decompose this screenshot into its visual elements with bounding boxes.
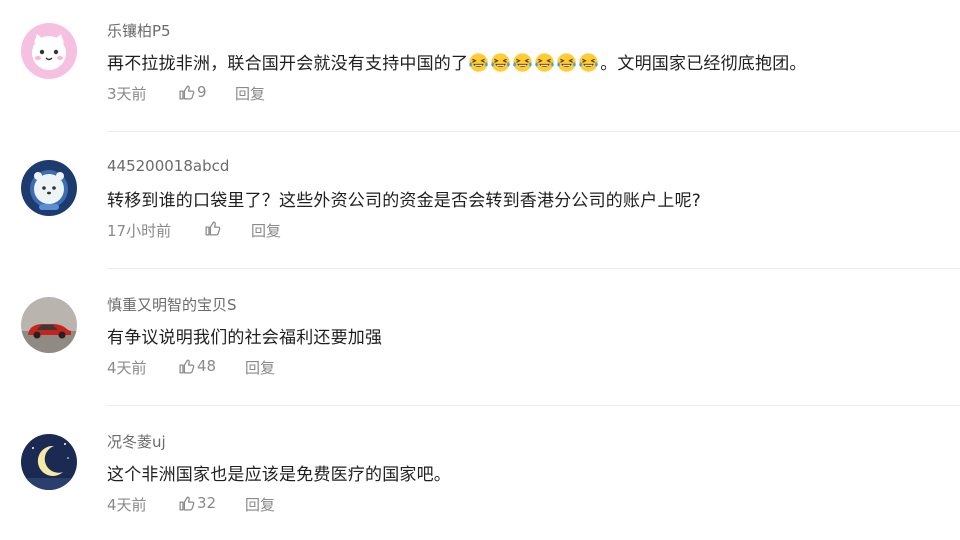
laugh-cry-emoji-icon <box>468 52 489 73</box>
avatar[interactable] <box>21 434 77 490</box>
comment-meta: 4天前 48 回复 <box>107 357 407 377</box>
username[interactable]: 445200018abcd <box>107 157 229 175</box>
comment-text: 再不拉拢非洲，联合国开会就没有支持中国的了 。文明国家已经彻底抱团。 <box>107 49 807 74</box>
laugh-cry-emoji-icon <box>578 52 599 73</box>
like-button[interactable] <box>204 220 223 237</box>
comment-text: 这个非洲国家也是应该是免费医疗的国家吧。 <box>107 465 451 485</box>
moon-night-avatar-icon <box>21 434 77 490</box>
reply-button[interactable]: 回复 <box>245 357 275 378</box>
comment-item: 慎重又明智的宝贝S 有争议说明我们的社会福利还要加强 4天前 48 回复 <box>0 274 960 411</box>
comment-meta: 17小时前 回复 <box>107 220 407 240</box>
comment-item: 乐镶柏P5 再不拉拢非洲，联合国开会就没有支持中国的了 。文明国家已经彻底抱团。 … <box>0 0 960 137</box>
avatar[interactable] <box>21 23 77 79</box>
thumbs-up-icon <box>178 358 195 375</box>
comment-text: 有争议说明我们的社会福利还要加强 <box>107 328 383 348</box>
comment-item: 445200018abcd 转移到谁的口袋里了？这些外资公司的资金是否会转到香港… <box>0 137 960 274</box>
username[interactable]: 况冬菱uj <box>107 431 166 452</box>
like-button[interactable]: 32 <box>178 494 216 512</box>
laugh-cry-emoji-icon <box>556 52 577 73</box>
reply-button[interactable]: 回复 <box>235 83 265 104</box>
thumbs-up-icon <box>178 495 195 512</box>
timestamp: 4天前 <box>107 359 147 377</box>
like-count: 9 <box>197 83 207 101</box>
cat-avatar-icon <box>21 23 77 79</box>
comment-meta: 4天前 32 回复 <box>107 494 407 514</box>
divider <box>107 405 960 406</box>
comment-text-after: 。文明国家已经彻底抱团。 <box>600 54 807 74</box>
comment-text-before: 再不拉拢非洲，联合国开会就没有支持中国的了 <box>107 54 469 74</box>
like-count: 48 <box>197 357 217 375</box>
reply-button[interactable]: 回复 <box>245 494 275 515</box>
laugh-cry-emoji-icon <box>512 52 533 73</box>
thumbs-up-icon <box>178 84 195 101</box>
astronaut-bear-avatar-icon <box>21 160 77 216</box>
comment-text: 转移到谁的口袋里了？这些外资公司的资金是否会转到香港分公司的账户上呢? <box>107 191 702 211</box>
laugh-cry-emoji-icon <box>534 52 555 73</box>
timestamp: 4天前 <box>107 496 147 514</box>
comment-list: 乐镶柏P5 再不拉拢非洲，联合国开会就没有支持中国的了 。文明国家已经彻底抱团。 … <box>0 0 960 540</box>
timestamp: 3天前 <box>107 85 147 103</box>
username[interactable]: 乐镶柏P5 <box>107 20 171 41</box>
divider <box>107 131 960 132</box>
comment-meta: 3天前 9 回复 <box>107 83 407 103</box>
reply-button[interactable]: 回复 <box>251 220 281 241</box>
like-button[interactable]: 48 <box>178 357 216 375</box>
like-button[interactable]: 9 <box>178 83 207 101</box>
timestamp: 17小时前 <box>107 222 172 240</box>
avatar[interactable] <box>21 297 77 353</box>
like-count: 32 <box>197 494 217 512</box>
divider <box>107 268 960 269</box>
avatar[interactable] <box>21 160 77 216</box>
sports-car-avatar-icon <box>21 297 77 353</box>
laugh-cry-emoji-icon <box>490 52 511 73</box>
emoji-group <box>468 54 600 74</box>
comment-item: 况冬菱uj 这个非洲国家也是应该是免费医疗的国家吧。 4天前 32 回复 <box>0 411 960 540</box>
thumbs-up-icon <box>204 220 221 237</box>
username[interactable]: 慎重又明智的宝贝S <box>107 294 237 315</box>
